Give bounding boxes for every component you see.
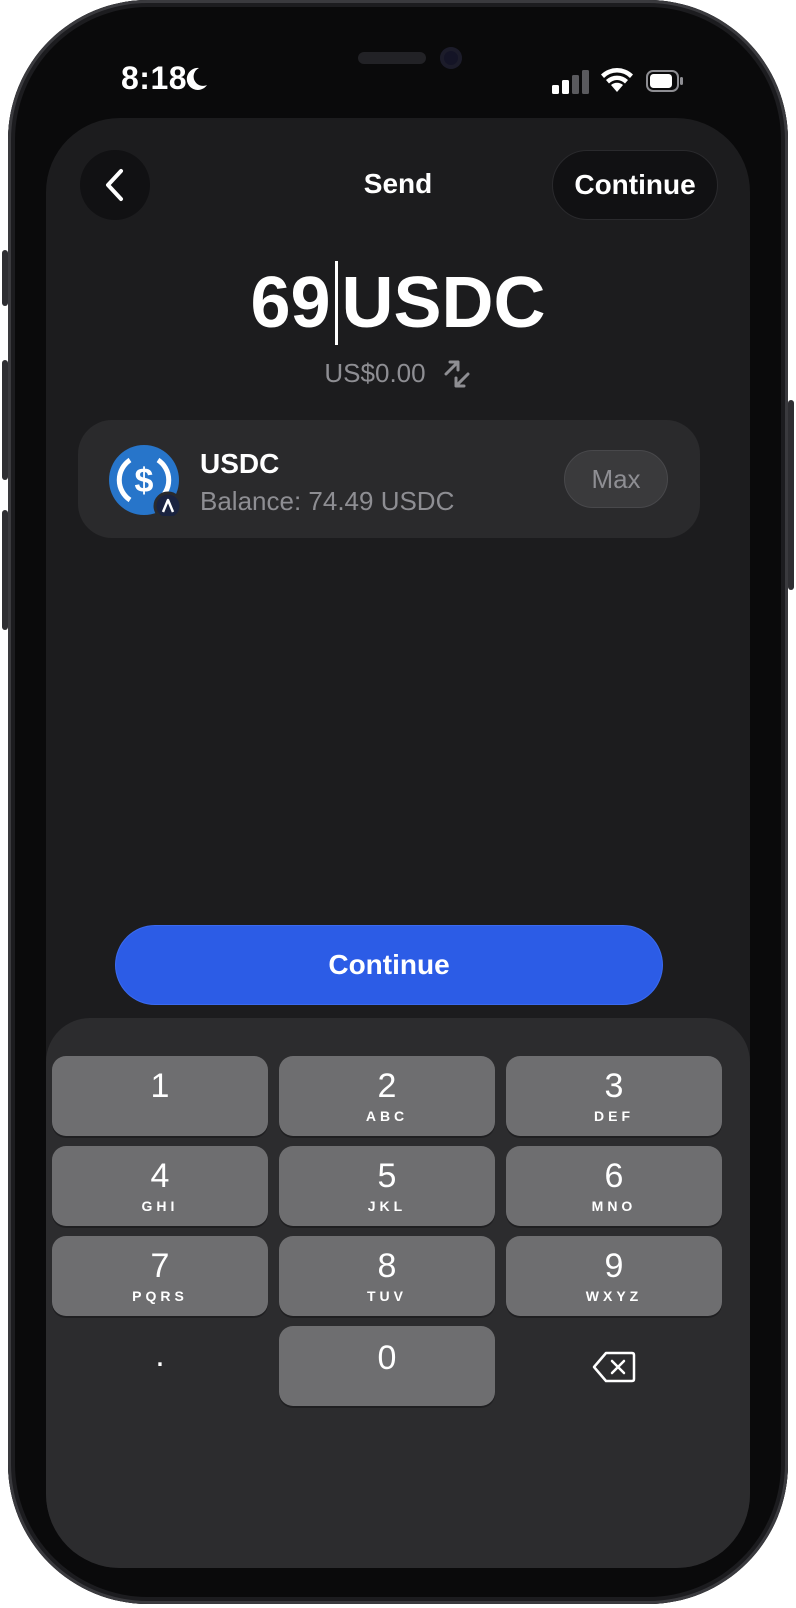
app-screen: Send Continue 69 USDC US$0.00 $ USDC Bal… [46, 118, 750, 1568]
key-2[interactable]: 2 ABC [279, 1056, 495, 1136]
backspace-key[interactable] [506, 1326, 722, 1406]
earpiece [358, 52, 426, 64]
amount-input[interactable]: 69 USDC [46, 258, 750, 348]
battery-icon [646, 70, 683, 92]
svg-text:$: $ [135, 462, 154, 500]
usdc-logo-icon: $ [109, 445, 180, 516]
swap-arrows-icon[interactable] [442, 360, 472, 388]
key-7[interactable]: 7 PQRS [52, 1236, 268, 1316]
numeric-keypad: 1 2 ABC 3 DEF 4 GHI 5 JKL 6 MNO 7 PQRS 8 [46, 1018, 750, 1568]
amount-unit: USDC [341, 263, 546, 343]
backspace-icon [592, 1351, 636, 1383]
text-cursor [334, 261, 338, 345]
key-3[interactable]: 3 DEF [506, 1056, 722, 1136]
key-1[interactable]: 1 [52, 1056, 268, 1136]
token-balance: Balance: 74.49 USDC [200, 486, 455, 516]
wifi-icon [601, 68, 633, 92]
cellular-signal-icon [552, 70, 589, 94]
front-camera [440, 47, 462, 69]
moon-icon [186, 67, 207, 90]
key-4[interactable]: 4 GHI [52, 1146, 268, 1226]
status-time: 8:18 [121, 60, 188, 96]
max-button[interactable]: Max [564, 450, 668, 508]
key-5[interactable]: 5 JKL [279, 1146, 495, 1226]
key-decimal[interactable]: . [52, 1326, 268, 1406]
fiat-equivalent: US$0.00 [46, 358, 750, 389]
token-selector[interactable]: $ USDC Balance: 74.49 USDC Max [78, 420, 700, 538]
continue-button[interactable]: Continue [116, 926, 662, 1004]
token-name: USDC [200, 448, 280, 479]
key-8[interactable]: 8 TUV [279, 1236, 495, 1316]
action-button [2, 250, 8, 306]
amount-value: 69 [250, 263, 331, 343]
status-bar: 8:18 [0, 0, 796, 120]
volume-down-button [2, 510, 8, 630]
volume-up-button [2, 360, 8, 480]
header: Send Continue [46, 150, 750, 220]
key-6[interactable]: 6 MNO [506, 1146, 722, 1226]
power-button [788, 400, 794, 590]
key-9[interactable]: 9 WXYZ [506, 1236, 722, 1316]
fiat-value: US$0.00 [324, 358, 426, 388]
header-continue-button[interactable]: Continue [552, 150, 718, 220]
key-0[interactable]: 0 [279, 1326, 495, 1406]
